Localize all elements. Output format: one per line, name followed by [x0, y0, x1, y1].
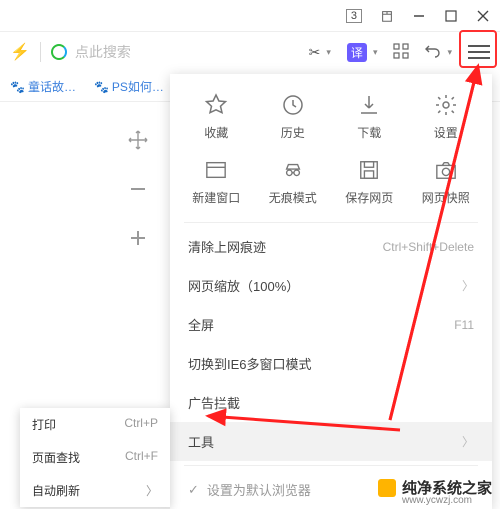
- shortcut-hint: Ctrl+Shift+Delete: [383, 240, 474, 254]
- menu-tools[interactable]: 工具 〉: [170, 422, 492, 461]
- main-menu-panel: 收藏 历史 下载 设置 新建窗口 无痕模式 保存网页 网页快照: [170, 74, 492, 509]
- apps-grid-icon[interactable]: [393, 43, 409, 62]
- menu-label: 网页缩放（100%）: [188, 276, 299, 295]
- gear-icon: [433, 92, 459, 118]
- window-icon: [203, 157, 229, 183]
- window-titlebar: 3: [0, 0, 500, 32]
- clock-icon: [280, 92, 306, 118]
- chevron-right-icon: 〉: [462, 277, 474, 294]
- menu-zoom[interactable]: 网页缩放（100%） 〉: [170, 266, 492, 305]
- bolt-icon[interactable]: ⚡: [10, 42, 30, 62]
- close-button[interactable]: [476, 9, 490, 23]
- paw-icon: 🐾: [94, 80, 109, 94]
- bookmark-item[interactable]: 🐾PS如何…: [94, 78, 164, 95]
- separator: [184, 465, 478, 466]
- main-toolbar: ⚡ 点此搜索 ✂ ▾ 译 ▾ ▾: [0, 32, 500, 72]
- dropdown-caret[interactable]: ▾: [326, 47, 331, 58]
- menu-label: 新建窗口: [192, 189, 240, 206]
- menu-label: 全屏: [188, 315, 214, 334]
- shortcut-hint: Ctrl+F: [125, 449, 158, 466]
- search-placeholder: 点此搜索: [75, 42, 131, 62]
- plus-icon[interactable]: [128, 228, 148, 253]
- menu-incognito[interactable]: 无痕模式: [258, 157, 328, 206]
- menu-label: 工具: [188, 432, 214, 451]
- scissors-icon[interactable]: ✂: [309, 44, 321, 61]
- menu-label: 保存网页: [345, 189, 393, 206]
- submenu-find[interactable]: 页面查找 Ctrl+F: [20, 441, 170, 474]
- menu-label: 设置: [434, 124, 458, 141]
- star-icon: [203, 92, 229, 118]
- menu-history[interactable]: 历史: [258, 92, 328, 141]
- camera-icon: [433, 157, 459, 183]
- minus-icon[interactable]: [128, 179, 148, 204]
- menu-save-page[interactable]: 保存网页: [334, 157, 404, 206]
- submenu-print[interactable]: 打印 Ctrl+P: [20, 408, 170, 441]
- menu-label: 无痕模式: [269, 189, 317, 206]
- menu-new-window[interactable]: 新建窗口: [181, 157, 251, 206]
- menu-fullscreen[interactable]: 全屏 F11: [170, 305, 492, 344]
- separator: [184, 222, 478, 223]
- dropdown-caret[interactable]: ▾: [447, 47, 452, 58]
- menu-label: 打印: [32, 416, 56, 433]
- chevron-right-icon: 〉: [462, 433, 474, 450]
- incognito-icon: [280, 157, 306, 183]
- watermark: 纯净系统之家 www.ycwzj.com: [378, 477, 492, 498]
- save-icon: [356, 157, 382, 183]
- maximize-button[interactable]: [444, 9, 458, 23]
- menu-label: 收藏: [204, 124, 228, 141]
- menu-settings[interactable]: 设置: [411, 92, 481, 141]
- search-box[interactable]: 点此搜索: [51, 42, 211, 62]
- menu-label: 页面查找: [32, 449, 80, 466]
- chevron-right-icon: 〉: [146, 482, 158, 499]
- search-logo-icon: [51, 44, 67, 60]
- menu-label: 历史: [281, 124, 305, 141]
- tools-submenu: 打印 Ctrl+P 页面查找 Ctrl+F 自动刷新 〉: [20, 408, 170, 507]
- menu-label: 清除上网痕迹: [188, 237, 266, 256]
- menu-label: 广告拦截: [188, 393, 240, 412]
- menu-label: 设置为默认浏览器: [207, 480, 311, 499]
- dropdown-caret[interactable]: ▾: [373, 47, 378, 58]
- menu-grid-row: 新建窗口 无痕模式 保存网页 网页快照: [170, 153, 492, 218]
- menu-label: 网页快照: [422, 189, 470, 206]
- page-tools: [128, 130, 148, 253]
- menu-label: 自动刷新: [32, 482, 80, 499]
- menu-download[interactable]: 下载: [334, 92, 404, 141]
- download-icon: [356, 92, 382, 118]
- tab-count-badge: 3: [346, 9, 362, 23]
- check-icon: ✓: [188, 482, 199, 498]
- shortcut-hint: Ctrl+P: [124, 416, 158, 433]
- menu-grid-row: 收藏 历史 下载 设置: [170, 88, 492, 153]
- toolbar-actions: ✂ ▾ 译 ▾ ▾: [309, 43, 490, 62]
- menu-clear-history[interactable]: 清除上网痕迹 Ctrl+Shift+Delete: [170, 227, 492, 266]
- shortcut-hint: F11: [454, 318, 474, 332]
- menu-adblock[interactable]: 广告拦截: [170, 383, 492, 422]
- submenu-autorefresh[interactable]: 自动刷新 〉: [20, 474, 170, 507]
- minimize-button[interactable]: [412, 9, 426, 23]
- menu-label: 切换到IE6多窗口模式: [188, 354, 312, 373]
- menu-label: 下载: [357, 124, 381, 141]
- menu-ie6-mode[interactable]: 切换到IE6多窗口模式: [170, 344, 492, 383]
- divider: [40, 42, 41, 62]
- menu-favorites[interactable]: 收藏: [181, 92, 251, 141]
- paw-icon: 🐾: [10, 80, 25, 94]
- watermark-logo-icon: [378, 479, 396, 497]
- bookmark-item[interactable]: 🐾童话故…: [10, 78, 76, 95]
- undo-icon[interactable]: [425, 43, 441, 62]
- move-icon[interactable]: [128, 130, 148, 155]
- wardrobe-icon[interactable]: [380, 9, 394, 23]
- menu-button[interactable]: [468, 45, 490, 59]
- menu-snapshot[interactable]: 网页快照: [411, 157, 481, 206]
- watermark-url: www.ycwzj.com: [402, 495, 472, 506]
- translate-button[interactable]: 译: [347, 43, 367, 62]
